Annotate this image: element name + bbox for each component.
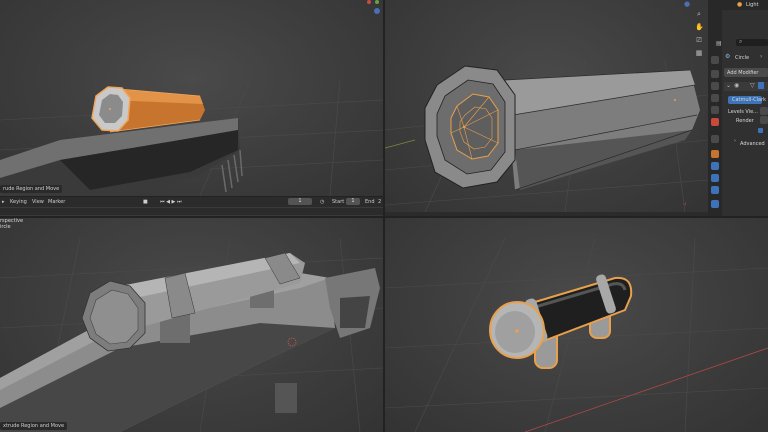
render-label: Render [736, 118, 754, 124]
levels-field[interactable] [760, 107, 768, 115]
pin-icon[interactable]: › [760, 53, 762, 60]
constraints-tab-icon[interactable] [711, 200, 719, 208]
start-label: Start [332, 199, 345, 205]
status-tip: rude Region and Move [0, 185, 63, 193]
viewport-top-right-scene [385, 59, 708, 212]
viewport-bottom-right[interactable] [385, 218, 768, 432]
output-tab-icon[interactable] [711, 82, 719, 90]
modifier-name-field[interactable]: Catmull-Clark [728, 96, 766, 104]
object-name: Circle [735, 55, 750, 61]
modifier-type-icon: ◉ [734, 82, 740, 89]
modifier-name-text: Catmull-Clark [732, 97, 767, 103]
record-button[interactable]: ■ [143, 199, 148, 205]
scene-tab-icon[interactable] [711, 106, 719, 114]
end-field[interactable]: 2 [378, 199, 381, 205]
tool-tab-icon[interactable] [711, 56, 719, 64]
viewport-top-left-scene [0, 0, 383, 196]
add-modifier-label: Add Modifier [727, 70, 759, 76]
collapse-arrow-icon[interactable]: ⌄ [726, 82, 731, 89]
advanced-arrow-icon[interactable]: › [734, 138, 736, 144]
clock-icon: ◷ [320, 199, 325, 205]
render-tab-icon[interactable] [711, 70, 719, 78]
current-frame-field[interactable]: 1 [288, 198, 312, 205]
timeline-track [0, 207, 383, 208]
hand-pan-icon[interactable]: ✋ [695, 23, 704, 31]
wrench-icon[interactable] [711, 162, 719, 170]
end-label: End [365, 199, 375, 205]
outliner-light-label: Light [746, 2, 759, 8]
menu-keying[interactable]: Keying [10, 199, 27, 205]
timeline-menu-arrow[interactable]: ▸ [2, 199, 5, 205]
collection-tab-icon[interactable] [711, 135, 719, 143]
camera-icon[interactable]: ⎚ [695, 36, 703, 44]
outliner-row[interactable]: ● Light [708, 0, 768, 10]
menu-view[interactable]: View [32, 199, 44, 205]
render-field[interactable] [760, 116, 768, 124]
object-wrench-icon: ⚙ [725, 53, 731, 60]
physics-tab-icon[interactable] [711, 186, 719, 194]
optimal-display-checkbox[interactable] [758, 128, 763, 133]
properties-panel: ⌕ ▤ ⚙ Circle › Add Modifier ⌄ ◉ ▽ Catmul… [708, 10, 768, 216]
orientation-corner-icon: ⌟ [683, 198, 687, 206]
menu-marker[interactable]: Marker [48, 199, 65, 205]
viewport-bottom-right-scene [385, 237, 768, 432]
status-tip-bottom: xtrude Region and Move [0, 422, 68, 430]
view-header-line2: ircle [0, 224, 11, 230]
world-tab-icon[interactable] [711, 118, 719, 126]
object-tab-icon[interactable] [711, 150, 719, 158]
search-icon: ⌕ [739, 38, 743, 45]
editor-type-button[interactable]: ▤ [716, 40, 722, 47]
start-field[interactable]: 1 [346, 198, 360, 205]
zoom-icon[interactable]: ⌕ [695, 10, 703, 18]
add-modifier-button[interactable]: Add Modifier [724, 68, 768, 77]
viewport-top-right[interactable]: ● ⌕ ✋ ⎚ ▦ ⌟ [385, 0, 708, 212]
timeline-bar: ▸ Keying View Marker ■ ⏮ ◀ ▶ ⏭ 1 ◷ Start… [0, 196, 383, 215]
search-field[interactable]: ⌕ [736, 38, 768, 46]
levels-label: Levels Vie... [728, 109, 758, 115]
advanced-label[interactable]: Advanced [740, 141, 765, 147]
gizmo-axis-dot[interactable]: ● [683, 0, 691, 8]
viewport-bottom-left[interactable]: rspective ircle xtrude Region and Move [0, 218, 383, 432]
viewport-top-left[interactable]: rude Region and Move [0, 0, 383, 196]
light-icon: ● [737, 1, 743, 8]
grid-icon[interactable]: ▦ [695, 49, 703, 57]
particles-tab-icon[interactable] [711, 174, 719, 182]
view-layer-tab-icon[interactable] [711, 94, 719, 102]
realtime-icon[interactable] [758, 82, 764, 89]
playback-controls[interactable]: ⏮ ◀ ▶ ⏭ [160, 199, 181, 205]
divider-horizontal[interactable] [0, 216, 768, 218]
modifier-header[interactable]: ⌄ ◉ ▽ [724, 82, 768, 91]
viewport-bottom-left-scene [0, 237, 383, 432]
edit-mode-icon[interactable]: ▽ [750, 82, 755, 89]
